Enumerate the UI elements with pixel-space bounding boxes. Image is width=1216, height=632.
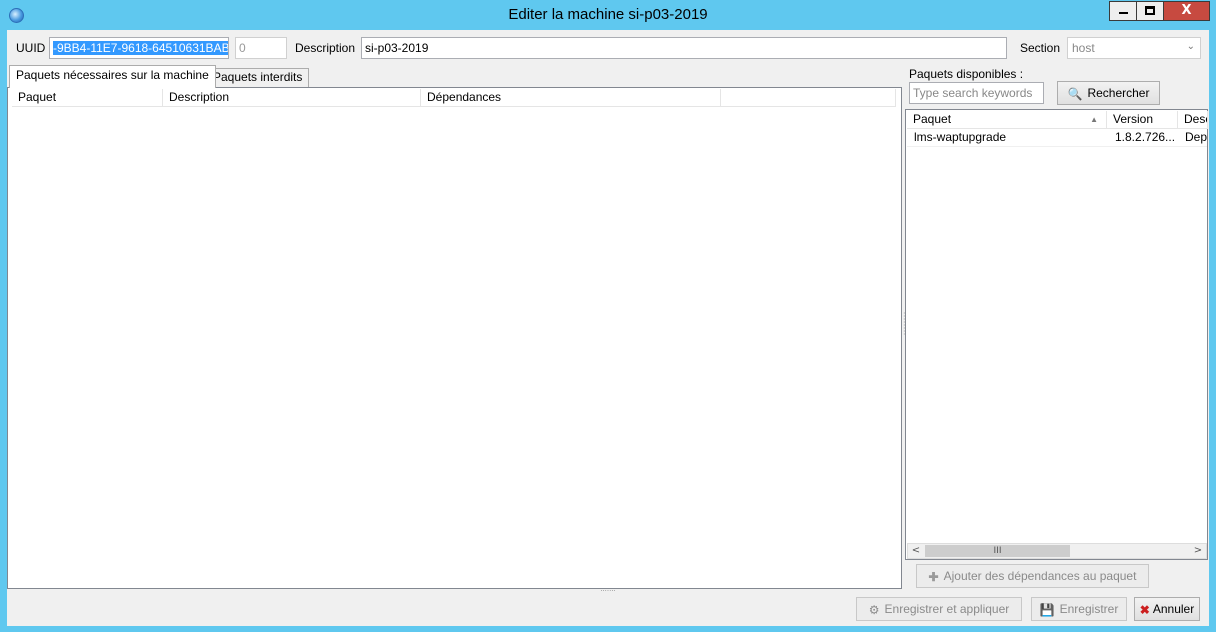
column-header-description[interactable]: Description (163, 89, 421, 107)
add-dependencies-button[interactable]: ✚ Ajouter des dépendances au paquet (916, 564, 1149, 588)
uuid-field[interactable]: -9BB4-11E7-9618-64510631BABC (49, 37, 229, 59)
description-field[interactable]: si-p03-2019 (361, 37, 1007, 59)
maximize-icon (1145, 6, 1155, 15)
title-bar[interactable]: Editer la machine si-p03-2019 X (0, 0, 1216, 30)
row-version: 1.8.2.726... (1115, 130, 1176, 144)
cancel-label: Annuler (1152, 602, 1195, 616)
column-header-version[interactable]: Version (1107, 111, 1178, 129)
save-and-apply-label: Enregistrer et appliquer (884, 602, 1010, 616)
tab-forbidden-packages[interactable]: Paquets interdits (206, 68, 310, 87)
scroll-right-icon[interactable]: > (1190, 544, 1206, 558)
row-desc: Dep (1185, 130, 1207, 144)
save-icon: 💾 (1039, 602, 1055, 617)
minimize-icon (1118, 12, 1128, 14)
minimize-button[interactable] (1109, 1, 1136, 21)
window-title: Editer la machine si-p03-2019 (508, 6, 708, 23)
table-row[interactable]: lms-waptupgrade 1.8.2.726... Dep (907, 129, 1207, 147)
section-label: Section (1020, 41, 1061, 55)
chevron-down-icon: ⌄ (1186, 41, 1195, 52)
column-header-package-label: Paquet (913, 112, 952, 126)
search-button-label: Rechercher (1087, 86, 1150, 100)
column-header-dependencies[interactable]: Dépendances (421, 89, 721, 107)
uuid-label: UUID (16, 41, 46, 55)
horizontal-scrollbar[interactable]: < III > (907, 543, 1207, 559)
column-header-package[interactable]: Paquet (12, 89, 163, 107)
search-input[interactable]: Type search keywords (909, 82, 1044, 104)
section-select[interactable]: host ⌄ (1067, 37, 1201, 59)
revision-field[interactable]: 0 (235, 37, 287, 59)
available-packages-list[interactable]: Paquet ▲ Version Desc lms-waptupgrade 1.… (905, 109, 1208, 560)
close-icon: X (1181, 3, 1192, 18)
maximize-button[interactable] (1136, 1, 1163, 21)
dialog-body: UUID -9BB4-11E7-9618-64510631BABC 0 Desc… (7, 30, 1209, 626)
uuid-value: -9BB4-11E7-9618-64510631BABC (53, 41, 228, 55)
save-and-apply-button[interactable]: ⚙ Enregistrer et appliquer (856, 597, 1022, 621)
save-button[interactable]: 💾 Enregistrer (1031, 597, 1127, 621)
column-header-empty (721, 89, 896, 107)
add-dependencies-label: Ajouter des dépendances au paquet (943, 569, 1137, 583)
available-packages-label: Paquets disponibles : (909, 67, 1024, 81)
cancel-button[interactable]: ✖ Annuler (1134, 597, 1200, 621)
sort-ascending-icon: ▲ (1090, 115, 1098, 124)
scroll-left-icon[interactable]: < (908, 544, 924, 558)
thumb-grip-icon: III (993, 546, 1002, 556)
save-label: Enregistrer (1059, 602, 1119, 616)
column-header-package[interactable]: Paquet ▲ (907, 111, 1107, 129)
save-apply-icon: ⚙ (868, 602, 880, 617)
section-value: host (1072, 41, 1095, 55)
column-header-desc[interactable]: Desc (1178, 111, 1208, 129)
search-button[interactable]: 🔍 Rechercher (1057, 81, 1160, 105)
horizontal-splitter-grip[interactable]: ······· (593, 588, 623, 595)
close-button[interactable]: X (1163, 1, 1210, 21)
description-label: Description (295, 41, 356, 55)
dialog-window: Editer la machine si-p03-2019 X UUID -9B… (0, 0, 1216, 632)
required-packages-list[interactable]: Paquet Description Dépendances (7, 87, 902, 589)
cancel-icon: ✖ (1139, 602, 1150, 617)
scrollbar-thumb[interactable]: III (925, 545, 1070, 557)
search-icon: 🔍 (1067, 86, 1083, 101)
row-package: lms-waptupgrade (914, 130, 1007, 144)
tab-required-packages[interactable]: Paquets nécessaires sur la machine (9, 65, 216, 88)
plus-icon: ✚ (928, 569, 939, 584)
